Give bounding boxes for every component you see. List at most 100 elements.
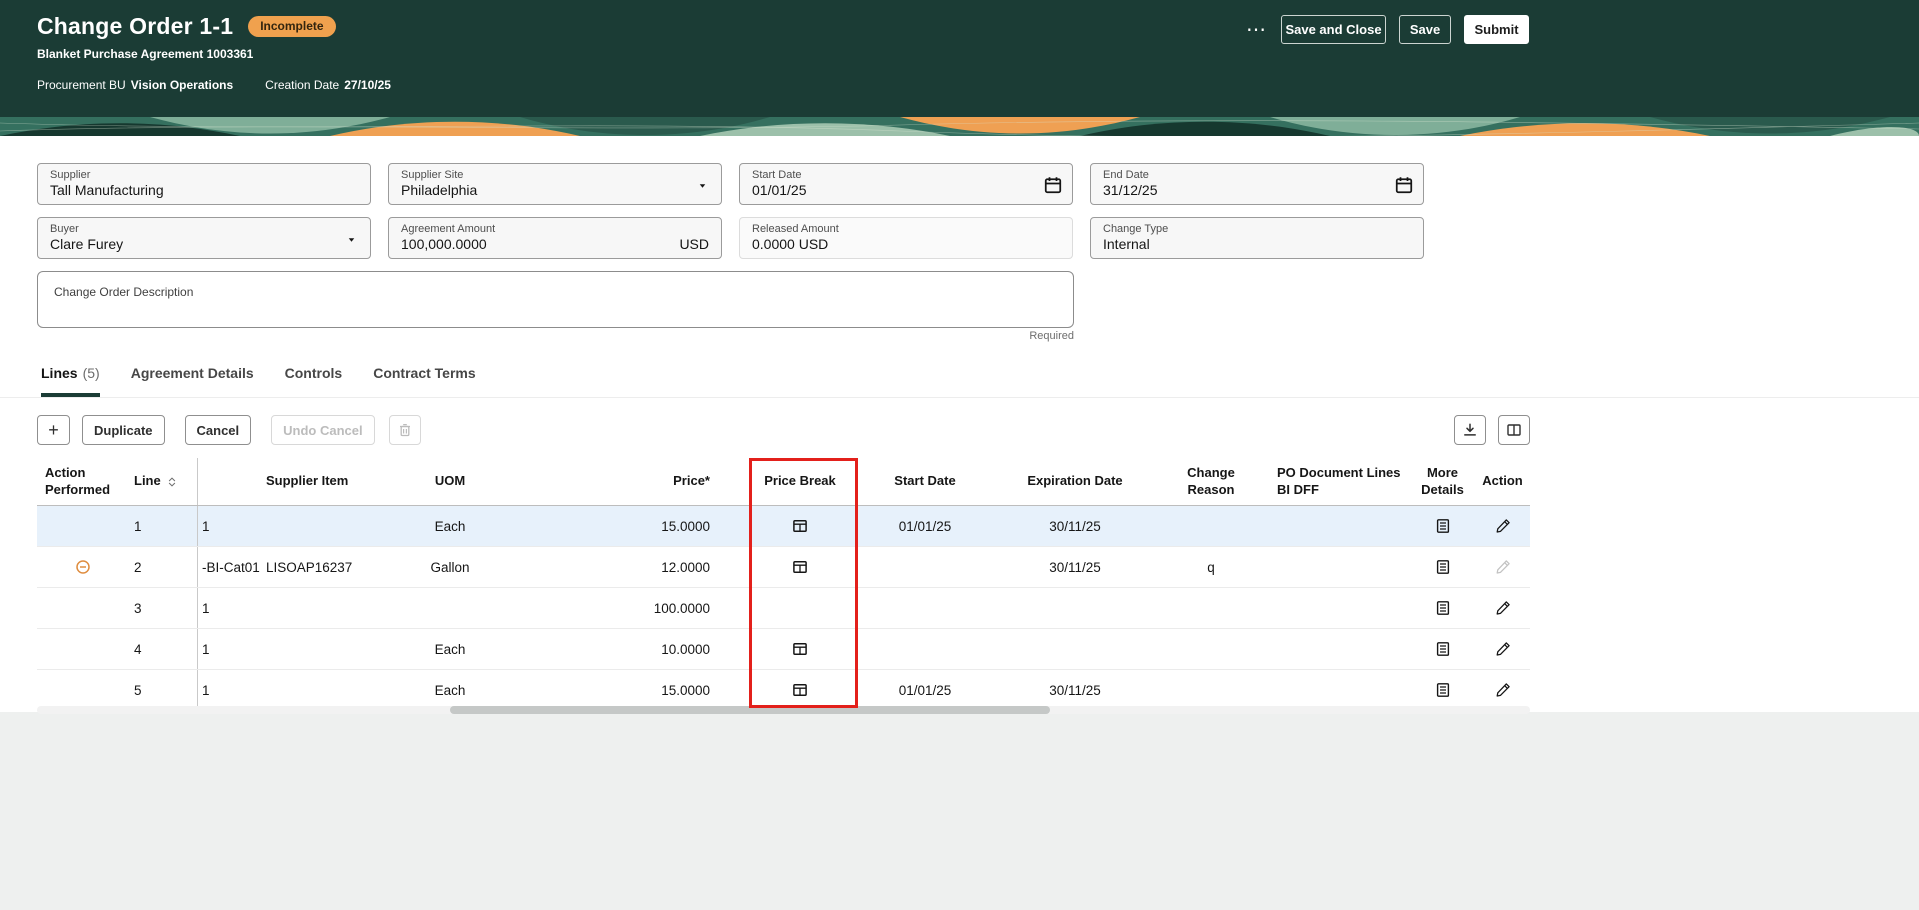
- creation-date-value: 27/10/25: [344, 78, 391, 92]
- supplier-site-field[interactable]: Supplier Site Philadelphia: [388, 163, 722, 205]
- tab-lines[interactable]: Lines (5): [41, 365, 100, 397]
- cell-line: 1: [134, 518, 142, 534]
- more-details-icon[interactable]: [1431, 555, 1455, 579]
- tab-contract-terms[interactable]: Contract Terms: [373, 365, 475, 397]
- table-row[interactable]: 1 1 Each 15.0000 01/01/25 30/11/25: [37, 506, 1530, 547]
- required-hint: Required: [1029, 330, 1074, 342]
- procurement-bu: Procurement BU Vision Operations: [37, 78, 233, 92]
- agreement-subtitle: Blanket Purchase Agreement 1003361: [37, 47, 254, 61]
- change-order-description-field[interactable]: Change Order Description: [37, 271, 1074, 328]
- tab-agreement-details[interactable]: Agreement Details: [131, 365, 254, 397]
- col-uom: UOM: [434, 473, 466, 489]
- manage-columns-button[interactable]: [1498, 415, 1530, 445]
- cell-item: -BI-Cat01: [197, 547, 260, 587]
- page-header: Change Order 1-1 Incomplete Blanket Purc…: [0, 0, 1919, 117]
- cell-price: 10.0000: [661, 641, 710, 657]
- calendar-icon[interactable]: [1043, 175, 1063, 195]
- col-price: Price*: [673, 473, 710, 489]
- add-line-button[interactable]: +: [37, 415, 70, 445]
- cell-start-date: 01/01/25: [898, 682, 952, 698]
- save-and-close-button[interactable]: Save and Close: [1281, 15, 1386, 44]
- col-item-clipped: [197, 458, 260, 505]
- supplier-site-label: Supplier Site: [401, 169, 464, 181]
- tab-controls[interactable]: Controls: [285, 365, 343, 397]
- save-button[interactable]: Save: [1399, 15, 1451, 44]
- edit-pencil-icon[interactable]: [1491, 514, 1515, 538]
- cell-uom: Each: [434, 682, 466, 698]
- agreement-amount-field[interactable]: Agreement Amount 100,000.0000 USD: [388, 217, 722, 259]
- change-type-field[interactable]: Change Type Internal: [1090, 217, 1424, 259]
- table-row[interactable]: 4 1 Each 10.0000: [37, 629, 1530, 670]
- chevron-down-icon[interactable]: [696, 180, 709, 191]
- cell-uom: Each: [434, 641, 466, 657]
- cell-line: 3: [134, 600, 142, 616]
- more-details-icon[interactable]: [1431, 514, 1455, 538]
- table-header-row: Action Performed Line Supplier Item UOM …: [37, 458, 1530, 506]
- cell-line: 2: [134, 559, 142, 575]
- start-date-field[interactable]: Start Date 01/01/25: [739, 163, 1073, 205]
- end-date-value: 31/12/25: [1103, 182, 1158, 198]
- cell-expiration-date: 30/11/25: [1049, 559, 1101, 575]
- cell-item: 1: [197, 506, 260, 546]
- sort-icon[interactable]: [166, 475, 178, 489]
- tab-bar: Lines (5) Agreement Details Controls Cont…: [0, 365, 1919, 398]
- price-break-icon[interactable]: [788, 637, 812, 661]
- supplier-label: Supplier: [50, 169, 91, 181]
- edit-pencil-icon[interactable]: [1491, 678, 1515, 702]
- more-actions-button[interactable]: ⋯: [1240, 15, 1272, 44]
- table-row[interactable]: 5 1 Each 15.0000 01/01/25 30/11/25: [37, 670, 1530, 711]
- export-button[interactable]: [1454, 415, 1486, 445]
- cell-price: 12.0000: [661, 559, 710, 575]
- cancelled-line-icon: [75, 559, 91, 575]
- col-start-date: Start Date: [894, 473, 956, 489]
- cancel-line-button[interactable]: Cancel: [184, 415, 252, 445]
- tab-lines-label: Lines: [41, 365, 78, 381]
- price-break-icon[interactable]: [788, 514, 812, 538]
- col-change-reason: Change Reason: [1187, 465, 1235, 497]
- main-content: Supplier Tall Manufacturing Supplier Sit…: [0, 136, 1919, 714]
- duplicate-button[interactable]: Duplicate: [82, 415, 165, 445]
- creation-date: Creation Date 27/10/25: [265, 78, 391, 92]
- released-amount-label: Released Amount: [752, 223, 839, 235]
- buyer-field[interactable]: Buyer Clare Furey: [37, 217, 371, 259]
- header-fields: Supplier Tall Manufacturing Supplier Sit…: [37, 163, 1424, 259]
- trash-icon: [397, 422, 413, 438]
- price-break-icon[interactable]: [788, 678, 812, 702]
- cell-item: 1: [197, 670, 260, 710]
- col-line[interactable]: Line: [128, 473, 197, 489]
- end-date-label: End Date: [1103, 169, 1149, 181]
- col-expiration-date: Expiration Date: [1027, 473, 1123, 489]
- table-horizontal-scrollbar[interactable]: [37, 706, 1530, 714]
- start-date-label: Start Date: [752, 169, 802, 181]
- edit-pencil-icon[interactable]: [1491, 596, 1515, 620]
- submit-button[interactable]: Submit: [1464, 15, 1529, 44]
- cell-line: 4: [134, 641, 142, 657]
- more-details-icon[interactable]: [1431, 678, 1455, 702]
- undo-cancel-button: Undo Cancel: [271, 415, 375, 445]
- scrollbar-thumb[interactable]: [450, 706, 1050, 714]
- title-row: Change Order 1-1 Incomplete: [37, 13, 336, 40]
- more-details-icon[interactable]: [1431, 637, 1455, 661]
- calendar-icon[interactable]: [1394, 175, 1414, 195]
- cell-uom: Gallon: [430, 559, 470, 575]
- lines-toolbar: + Duplicate Cancel Undo Cancel: [37, 415, 1530, 445]
- table-row[interactable]: 2 -BI-Cat01 LISOAP16237 Gallon 12.0000 3…: [37, 547, 1530, 588]
- cell-item: 1: [197, 629, 260, 669]
- end-date-field[interactable]: End Date 31/12/25: [1090, 163, 1424, 205]
- released-amount-field: Released Amount 0.0000 USD: [739, 217, 1073, 259]
- price-break-icon[interactable]: [788, 555, 812, 579]
- supplier-site-value: Philadelphia: [401, 182, 478, 198]
- change-order-description-label: Change Order Description: [54, 285, 194, 299]
- page-title: Change Order 1-1: [37, 13, 234, 39]
- more-details-icon[interactable]: [1431, 596, 1455, 620]
- edit-pencil-icon[interactable]: [1491, 637, 1515, 661]
- status-badge: Incomplete: [248, 16, 336, 37]
- table-row[interactable]: 3 1 100.0000: [37, 588, 1530, 629]
- chevron-down-icon[interactable]: [345, 234, 358, 245]
- cell-uom: Each: [434, 518, 466, 534]
- cell-supplier-item: LISOAP16237: [266, 559, 353, 575]
- lines-table: Action Performed Line Supplier Item UOM …: [37, 458, 1530, 711]
- supplier-field[interactable]: Supplier Tall Manufacturing: [37, 163, 371, 205]
- released-amount-value: 0.0000 USD: [752, 236, 829, 252]
- col-price-break: Price Break: [764, 473, 836, 489]
